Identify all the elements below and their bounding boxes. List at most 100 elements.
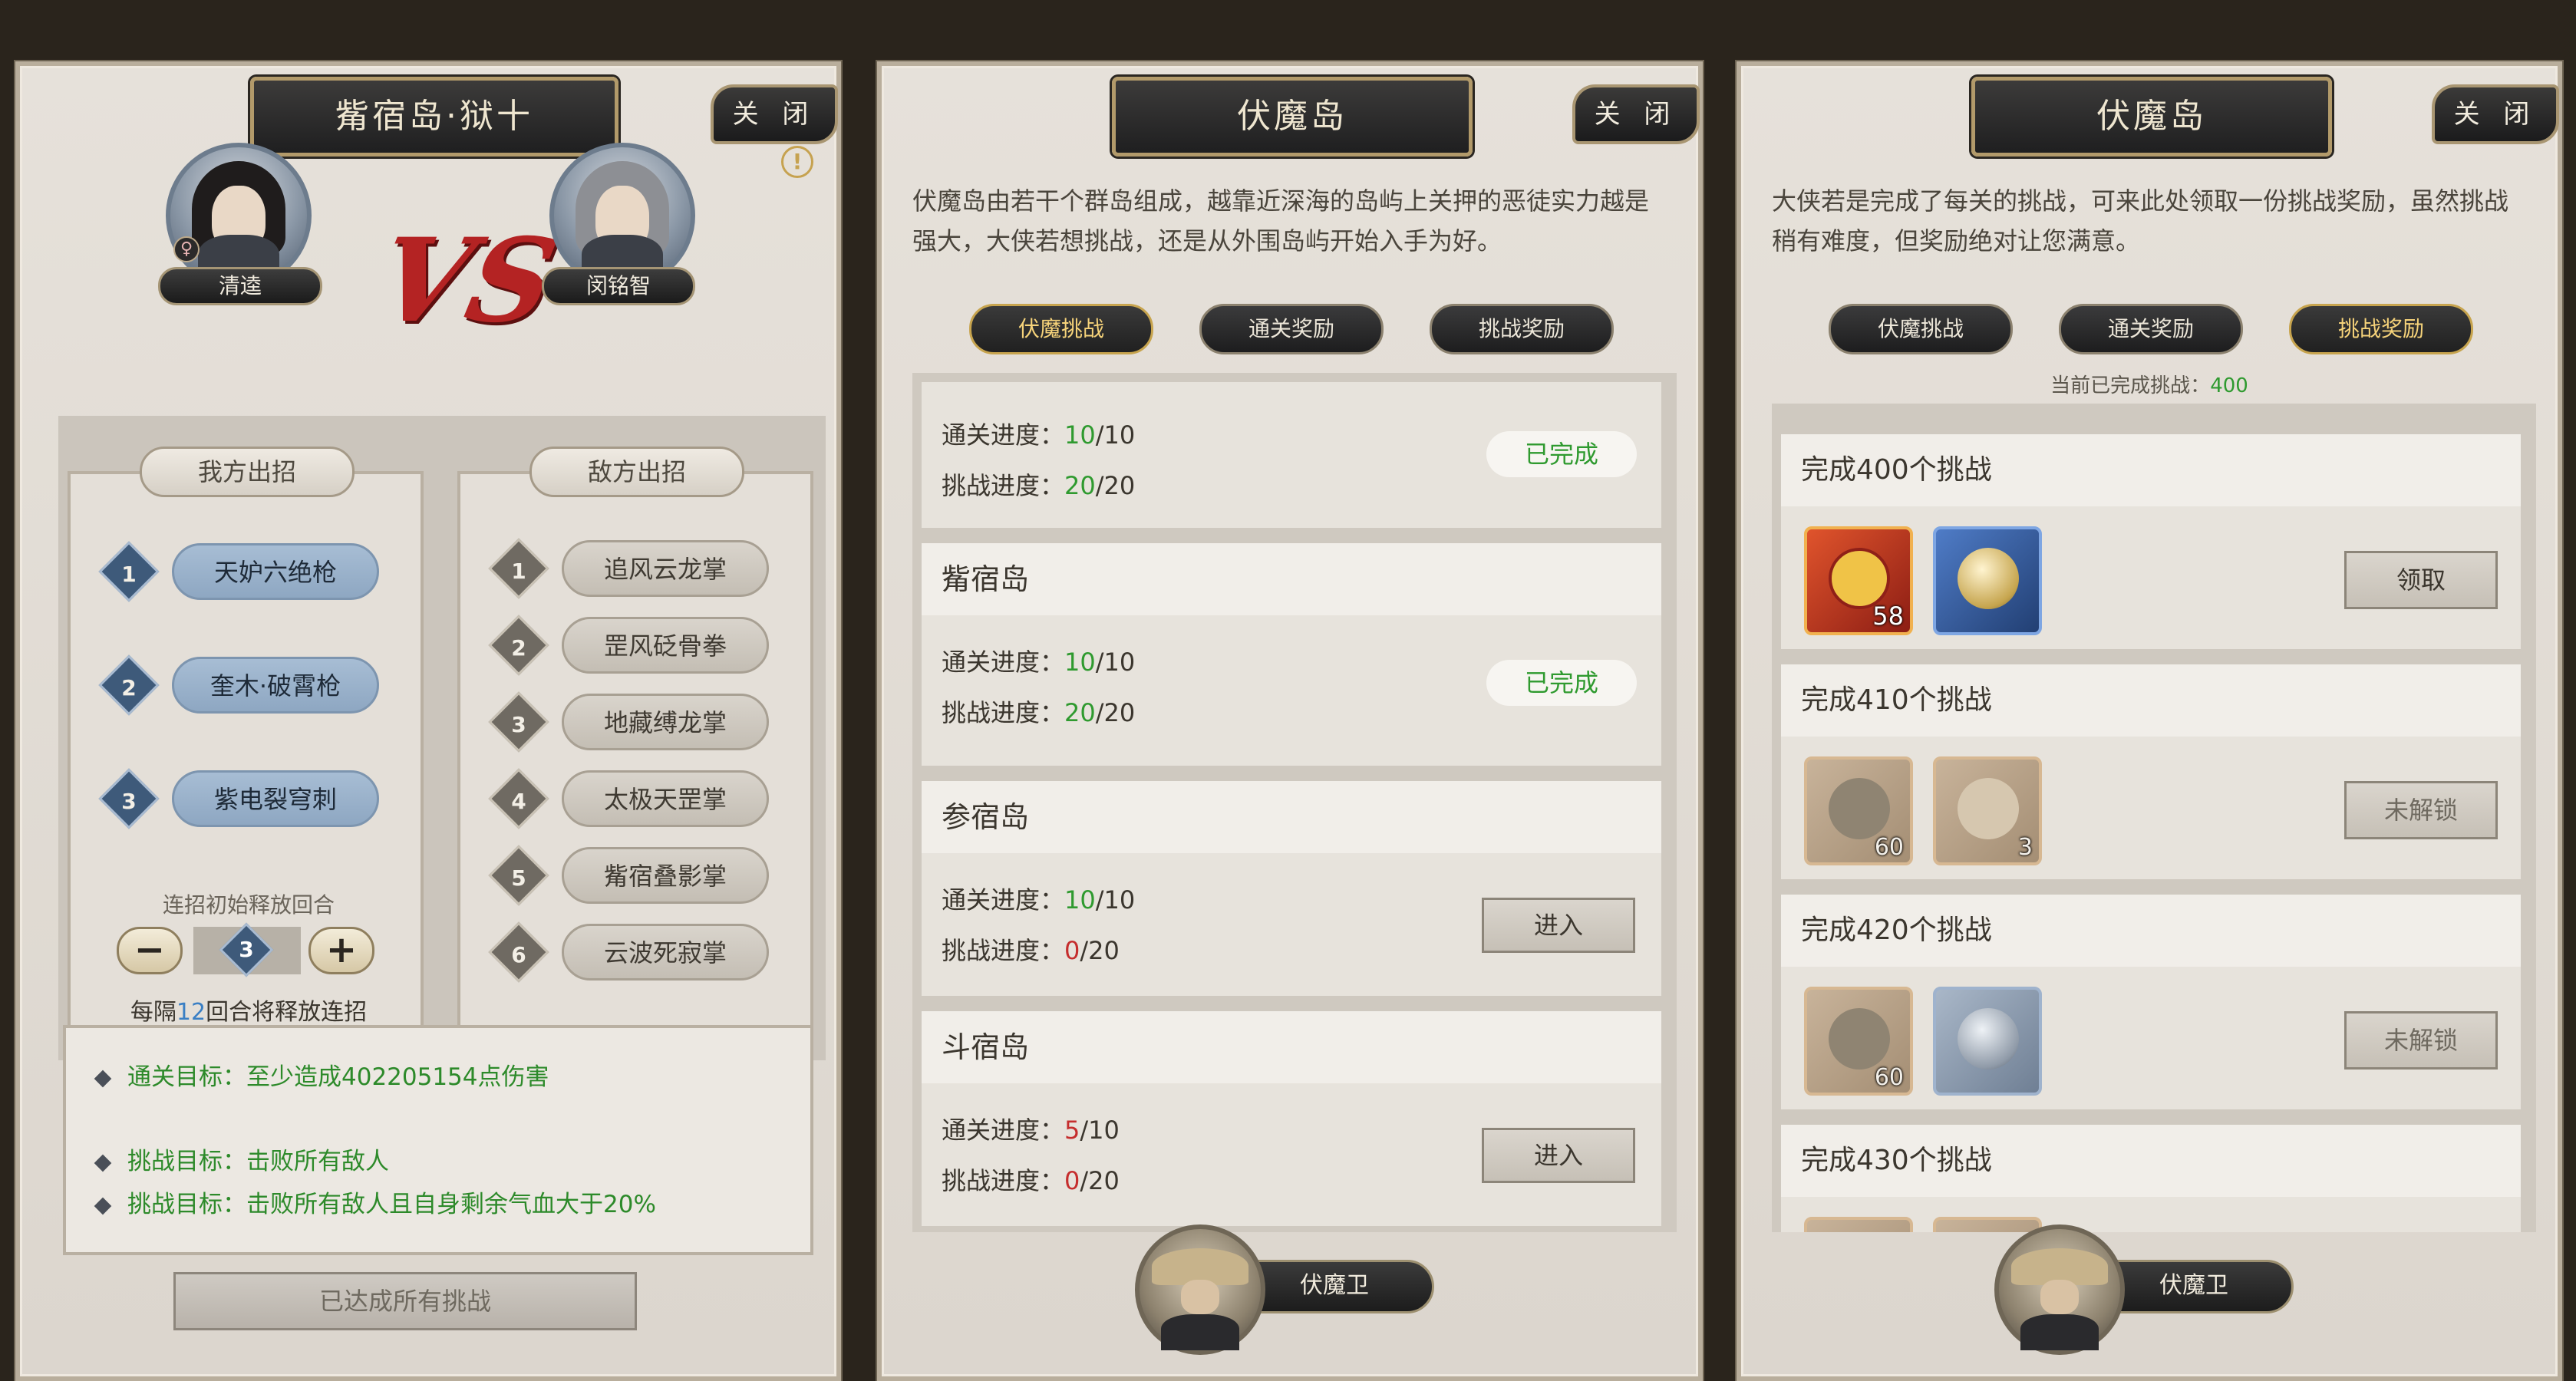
island-card: 觜宿岛 通关进度：10/10 挑战进度：20/20 已完成 — [922, 543, 1661, 766]
armor-icon — [1829, 778, 1890, 839]
reward-item[interactable] — [1933, 987, 2042, 1096]
diamond-bullet-icon — [94, 1070, 112, 1087]
my-move-1[interactable]: 1 天妒六绝枪 — [98, 541, 384, 602]
reward-card: 完成400个挑战 58 领取 — [1781, 434, 2521, 649]
island-card: 斗宿岛 通关进度：5/10 挑战进度：0/20 进入 — [922, 1011, 1661, 1226]
reward-item[interactable]: 60 — [1804, 756, 1913, 865]
tab-fumo-challenge[interactable]: 伏魔挑战 — [969, 304, 1153, 354]
enemy-moves-tab: 敌方出招 — [529, 447, 744, 497]
enemy-name: 闵铭智 — [542, 267, 695, 305]
panel-title: 伏魔岛 — [1112, 77, 1473, 157]
item-count: 3 — [2017, 834, 2033, 861]
moves-area: 我方出招 1 天妒六绝枪 2 奎木·破霄枪 3 紫电裂穹刺 连招初始释放回合 −… — [58, 416, 826, 1060]
vs-emblem: VS — [366, 213, 568, 348]
reward-title: 完成420个挑战 — [1781, 895, 2521, 967]
completed-badge: 已完成 — [1486, 660, 1637, 706]
reward-card: 完成410个挑战 60 3 未解锁 — [1781, 664, 2521, 879]
tab-fumo-challenge[interactable]: 伏魔挑战 — [1829, 304, 2013, 354]
reward-item[interactable]: 3 — [1933, 756, 2042, 865]
move-name: 奎木·破霄枪 — [172, 657, 379, 714]
challenge-goals: 通关目标：至少造成402205154点伤害 挑战目标：击败所有敌人 挑战目标：击… — [63, 1025, 813, 1255]
decrease-button[interactable]: − — [117, 927, 183, 974]
move-number-badge: 5 — [488, 845, 549, 906]
enemy-move-3[interactable]: 3 地藏缚龙掌 — [488, 691, 773, 753]
completed-badge: 已完成 — [1486, 431, 1637, 477]
move-name: 追风云龙掌 — [562, 540, 769, 597]
enter-button[interactable]: 进入 — [1482, 1128, 1635, 1183]
challenge-rewards-panel: 伏魔岛 关 闭 大侠若是完成了每关的挑战，可来此处领取一份挑战奖励，虽然挑战稍有… — [1737, 61, 2562, 1381]
current-completed-challenges: 当前已完成挑战：400 — [2050, 374, 2248, 397]
intro-text: 伏魔岛由若干个群岛组成，越靠近深海的岛屿上关押的恶徒实力越是强大，大侠若想挑战，… — [912, 186, 1650, 255]
clear-progress: 通关进度：10/10 — [942, 420, 1136, 450]
locked-button[interactable]: 未解锁 — [2344, 781, 2498, 839]
challenge-progress: 挑战进度：0/20 — [942, 1166, 1120, 1195]
my-move-2[interactable]: 2 奎木·破霄枪 — [98, 654, 384, 716]
combo-round-value: 3 — [193, 922, 301, 977]
orb-icon — [1958, 548, 2019, 609]
diamond-bullet-icon — [94, 1197, 112, 1215]
diamond-bullet-icon — [94, 1154, 112, 1172]
enemy-move-4[interactable]: 4 太极天罡掌 — [488, 768, 773, 829]
reward-title: 完成400个挑战 — [1781, 434, 2521, 506]
reward-list: 完成400个挑战 58 领取 完成410个挑战 60 3 未解锁 完成420个挑… — [1772, 404, 2536, 1232]
clear-progress: 通关进度：10/10 — [942, 648, 1136, 677]
claim-button[interactable]: 领取 — [2344, 551, 2498, 609]
move-name: 紫电裂穹刺 — [172, 770, 379, 827]
reward-item[interactable]: 60 — [1804, 987, 1913, 1096]
tab-clear-rewards[interactable]: 通关奖励 — [1199, 304, 1384, 354]
island-name: 觜宿岛 — [922, 543, 1661, 615]
reward-item[interactable] — [1933, 526, 2042, 635]
all-challenges-achieved-button[interactable]: 已达成所有挑战 — [173, 1272, 637, 1330]
move-number-badge: 2 — [488, 615, 549, 676]
reward-item[interactable] — [1933, 1217, 2042, 1232]
move-number-badge: 2 — [98, 654, 160, 716]
island-card: 通关进度：10/10 挑战进度：20/20 已完成 — [922, 382, 1661, 528]
guard-portrait[interactable] — [1135, 1224, 1265, 1355]
my-move-3[interactable]: 3 紫电裂穹刺 — [98, 768, 384, 829]
goal-line: 挑战目标：击败所有敌人且自身剩余气血大于20% — [94, 1185, 656, 1219]
enemy-move-1[interactable]: 1 追风云龙掌 — [488, 538, 773, 599]
reward-item[interactable]: 58 — [1804, 526, 1913, 635]
challenge-progress: 挑战进度：0/20 — [942, 936, 1120, 965]
panel-title: 觜宿岛·狱十 — [250, 77, 618, 157]
enemy-move-2[interactable]: 2 罡风砭骨拳 — [488, 615, 773, 676]
tab-challenge-rewards[interactable]: 挑战奖励 — [2289, 304, 2473, 354]
reward-card: 完成420个挑战 60 未解锁 — [1781, 895, 2521, 1109]
move-name: 觜宿叠影掌 — [562, 847, 769, 904]
island-name: 斗宿岛 — [922, 1011, 1661, 1083]
close-button[interactable]: 关 闭 — [2432, 84, 2559, 144]
scroll-icon — [1951, 771, 2026, 846]
combo-start-label: 连招初始释放回合 — [162, 892, 335, 918]
move-number-badge: 1 — [488, 538, 549, 599]
battle-detail-panel: 觜宿岛·狱十 关 闭 ♀ 清逵 VS 闵铭智 ! 我方出招 1 天妒六绝枪 2 … — [15, 61, 841, 1381]
increase-button[interactable]: + — [308, 927, 374, 974]
shield-icon — [1829, 548, 1890, 609]
release-interval-text: 每隔12回合将释放连招 — [130, 999, 368, 1026]
close-button[interactable]: 关 闭 — [711, 84, 838, 144]
clear-progress: 通关进度：10/10 — [942, 885, 1136, 915]
move-number-badge: 4 — [488, 768, 549, 829]
reward-card: 完成430个挑战 — [1781, 1125, 2521, 1232]
reward-title: 完成410个挑战 — [1781, 664, 2521, 737]
enter-button[interactable]: 进入 — [1482, 898, 1635, 953]
move-name: 天妒六绝枪 — [172, 543, 379, 600]
orb-icon — [1958, 1008, 2019, 1070]
my-moves-column: 我方出招 1 天妒六绝枪 2 奎木·破霄枪 3 紫电裂穹刺 连招初始释放回合 −… — [68, 447, 424, 1046]
move-name: 地藏缚龙掌 — [562, 694, 769, 750]
tab-clear-rewards[interactable]: 通关奖励 — [2059, 304, 2243, 354]
enemy-move-5[interactable]: 5 觜宿叠影掌 — [488, 845, 773, 906]
locked-button[interactable]: 未解锁 — [2344, 1011, 2498, 1070]
intro-text: 大侠若是完成了每关的挑战，可来此处领取一份挑战奖励，虽然挑战稍有难度，但奖励绝对… — [1772, 186, 2509, 255]
guard-portrait[interactable] — [1994, 1224, 2125, 1355]
reward-item[interactable] — [1804, 1217, 1913, 1232]
info-icon[interactable]: ! — [781, 146, 813, 178]
move-number-badge: 3 — [98, 768, 160, 829]
reward-title: 完成430个挑战 — [1781, 1125, 2521, 1197]
island-list: 通关进度：10/10 挑战进度：20/20 已完成 觜宿岛 通关进度：10/10… — [912, 373, 1677, 1232]
move-number-badge: 3 — [488, 691, 549, 753]
clear-progress: 通关进度：5/10 — [942, 1116, 1120, 1145]
close-button[interactable]: 关 闭 — [1572, 84, 1700, 144]
goal-line: 挑战目标：击败所有敌人 — [94, 1142, 389, 1176]
enemy-move-6[interactable]: 6 云波死寂掌 — [488, 921, 773, 983]
tab-challenge-rewards[interactable]: 挑战奖励 — [1430, 304, 1614, 354]
